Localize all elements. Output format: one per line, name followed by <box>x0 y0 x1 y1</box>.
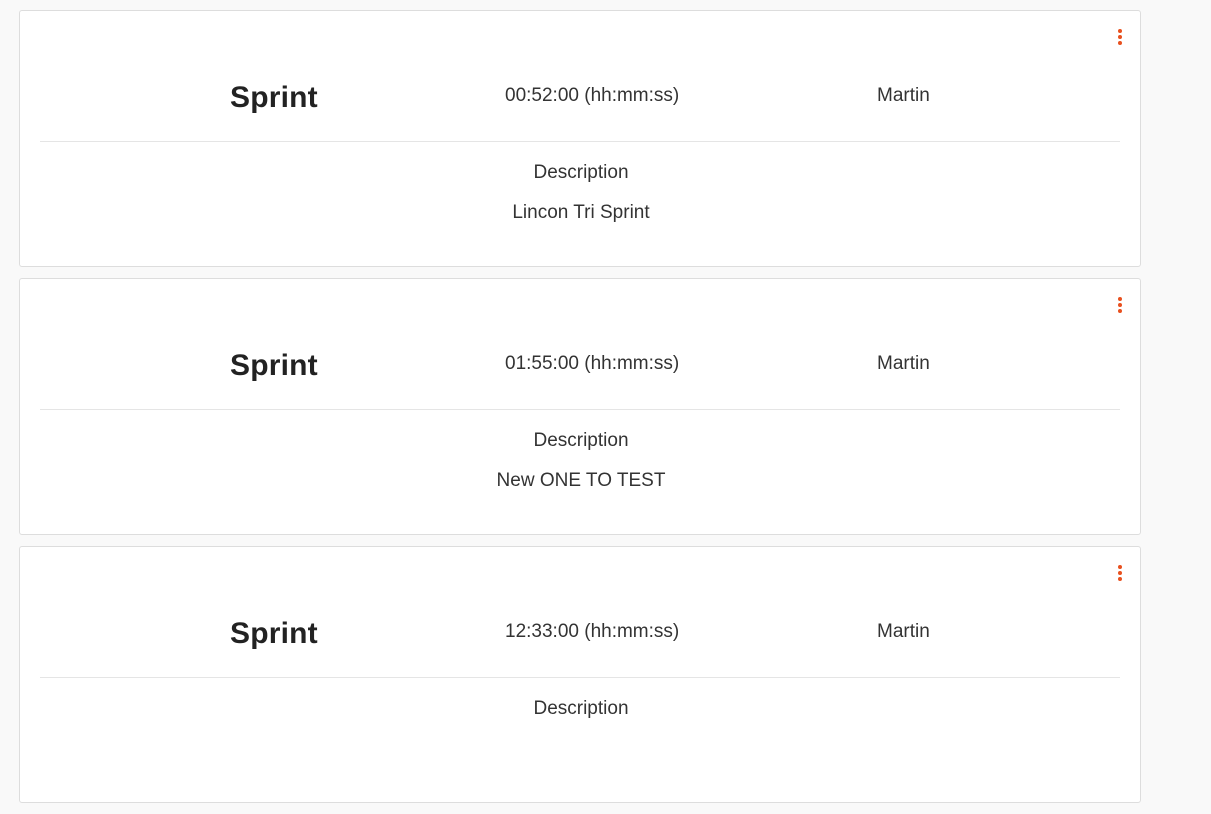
workout-athlete: Martin <box>877 353 930 374</box>
description-label: Description <box>533 698 629 719</box>
workout-duration: 01:55:00 (hh:mm:ss) <box>505 353 680 374</box>
divider <box>40 409 1120 410</box>
workout-card: Sprint 01:55:00 (hh:mm:ss) Martin Descri… <box>19 278 1141 535</box>
workout-duration: 00:52:00 (hh:mm:ss) <box>505 85 680 106</box>
workout-header: Sprint 00:52:00 (hh:mm:ss) Martin <box>20 77 1140 117</box>
more-options-icon[interactable] <box>1114 28 1126 46</box>
description-label: Description <box>533 162 629 183</box>
description-text: Lincon Tri Sprint <box>512 202 650 223</box>
description-label: Description <box>533 430 629 451</box>
workout-title: Sprint <box>230 349 318 382</box>
workout-title: Sprint <box>230 81 318 114</box>
workout-athlete: Martin <box>877 85 930 106</box>
workout-card: Sprint 00:52:00 (hh:mm:ss) Martin Descri… <box>19 10 1141 267</box>
workout-title: Sprint <box>230 617 318 650</box>
workout-header: Sprint 12:33:00 (hh:mm:ss) Martin <box>20 613 1140 653</box>
workout-duration: 12:33:00 (hh:mm:ss) <box>505 621 680 642</box>
divider <box>40 677 1120 678</box>
more-options-icon[interactable] <box>1114 564 1126 582</box>
workout-card: Sprint 12:33:00 (hh:mm:ss) Martin Descri… <box>19 546 1141 803</box>
workout-athlete: Martin <box>877 621 930 642</box>
divider <box>40 141 1120 142</box>
workout-list: Sprint 00:52:00 (hh:mm:ss) Martin Descri… <box>19 10 1143 814</box>
more-options-icon[interactable] <box>1114 296 1126 314</box>
workout-header: Sprint 01:55:00 (hh:mm:ss) Martin <box>20 345 1140 385</box>
description-text: New ONE TO TEST <box>496 470 666 491</box>
